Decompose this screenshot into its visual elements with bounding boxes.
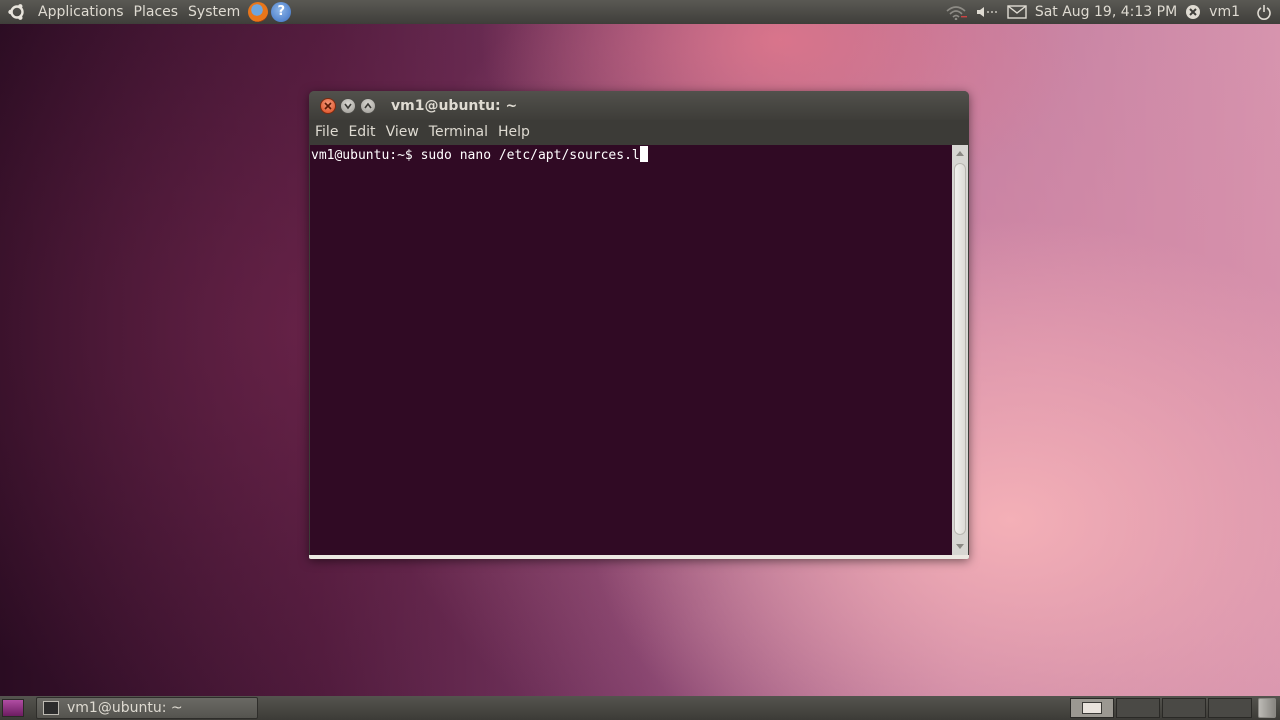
workspace-3[interactable] (1162, 698, 1206, 718)
places-menu[interactable]: Places (129, 0, 184, 24)
terminal-prompt: vm1@ubuntu:~$ (311, 148, 421, 163)
applications-menu[interactable]: Applications (33, 0, 129, 24)
taskbar-item-terminal[interactable]: vm1@ubuntu: ~ (36, 697, 258, 719)
show-desktop-icon[interactable] (2, 699, 24, 717)
workspace-4[interactable] (1208, 698, 1252, 718)
user-status-icon[interactable] (1185, 4, 1201, 20)
close-icon (324, 101, 332, 110)
workspace-2[interactable] (1116, 698, 1160, 718)
menu-help[interactable]: Help (493, 120, 535, 145)
terminal-cursor (639, 146, 648, 162)
terminal-icon (43, 701, 59, 715)
menu-terminal[interactable]: Terminal (424, 120, 493, 145)
window-close-button[interactable] (320, 97, 336, 114)
user-menu[interactable]: vm1 (1209, 4, 1240, 20)
terminal-line: vm1@ubuntu:~$ sudo nano /etc/apt/sources… (311, 146, 648, 164)
ubuntu-logo-icon[interactable] (7, 2, 27, 22)
workspace-1[interactable] (1070, 698, 1114, 718)
workspace-window-thumb (1082, 702, 1102, 714)
scroll-down-arrow[interactable] (956, 544, 964, 549)
chevron-down-icon (344, 103, 352, 109)
menu-file[interactable]: File (310, 120, 343, 145)
terminal-window: vm1@ubuntu: ~ File Edit View Terminal He… (309, 91, 969, 559)
volume-icon[interactable] (975, 4, 999, 20)
terminal-scrollbar[interactable] (952, 145, 968, 555)
help-icon[interactable]: ? (271, 2, 292, 22)
power-icon[interactable] (1256, 4, 1272, 20)
firefox-icon[interactable] (248, 2, 269, 22)
menu-view[interactable]: View (381, 120, 424, 145)
system-tray: Sat Aug 19, 4:13 PM vm1 (945, 4, 1280, 20)
wifi-icon[interactable] (945, 4, 967, 20)
window-minimize-button[interactable] (340, 97, 356, 114)
clock[interactable]: Sat Aug 19, 4:13 PM (1035, 4, 1177, 20)
top-panel: Applications Places System ? Sat Aug 19,… (0, 0, 1280, 24)
system-menu[interactable]: System (183, 0, 245, 24)
chevron-up-icon (364, 102, 372, 108)
window-bottom-border[interactable] (309, 555, 969, 559)
menu-edit[interactable]: Edit (343, 120, 380, 145)
terminal-command: sudo nano /etc/apt/sources.l (420, 148, 640, 163)
workspace-switcher (1068, 698, 1252, 718)
window-titlebar[interactable]: vm1@ubuntu: ~ (309, 91, 969, 120)
scroll-thumb[interactable] (954, 163, 966, 535)
window-maximize-button[interactable] (360, 97, 376, 114)
taskbar-item-label: vm1@ubuntu: ~ (67, 700, 183, 716)
scroll-up-arrow[interactable] (956, 151, 964, 156)
window-menubar: File Edit View Terminal Help (309, 120, 969, 145)
trash-icon[interactable] (1258, 698, 1276, 718)
mail-icon[interactable] (1007, 5, 1027, 19)
window-title: vm1@ubuntu: ~ (391, 97, 518, 114)
terminal-area[interactable]: vm1@ubuntu:~$ sudo nano /etc/apt/sources… (310, 145, 952, 555)
bottom-panel: vm1@ubuntu: ~ (0, 696, 1280, 720)
